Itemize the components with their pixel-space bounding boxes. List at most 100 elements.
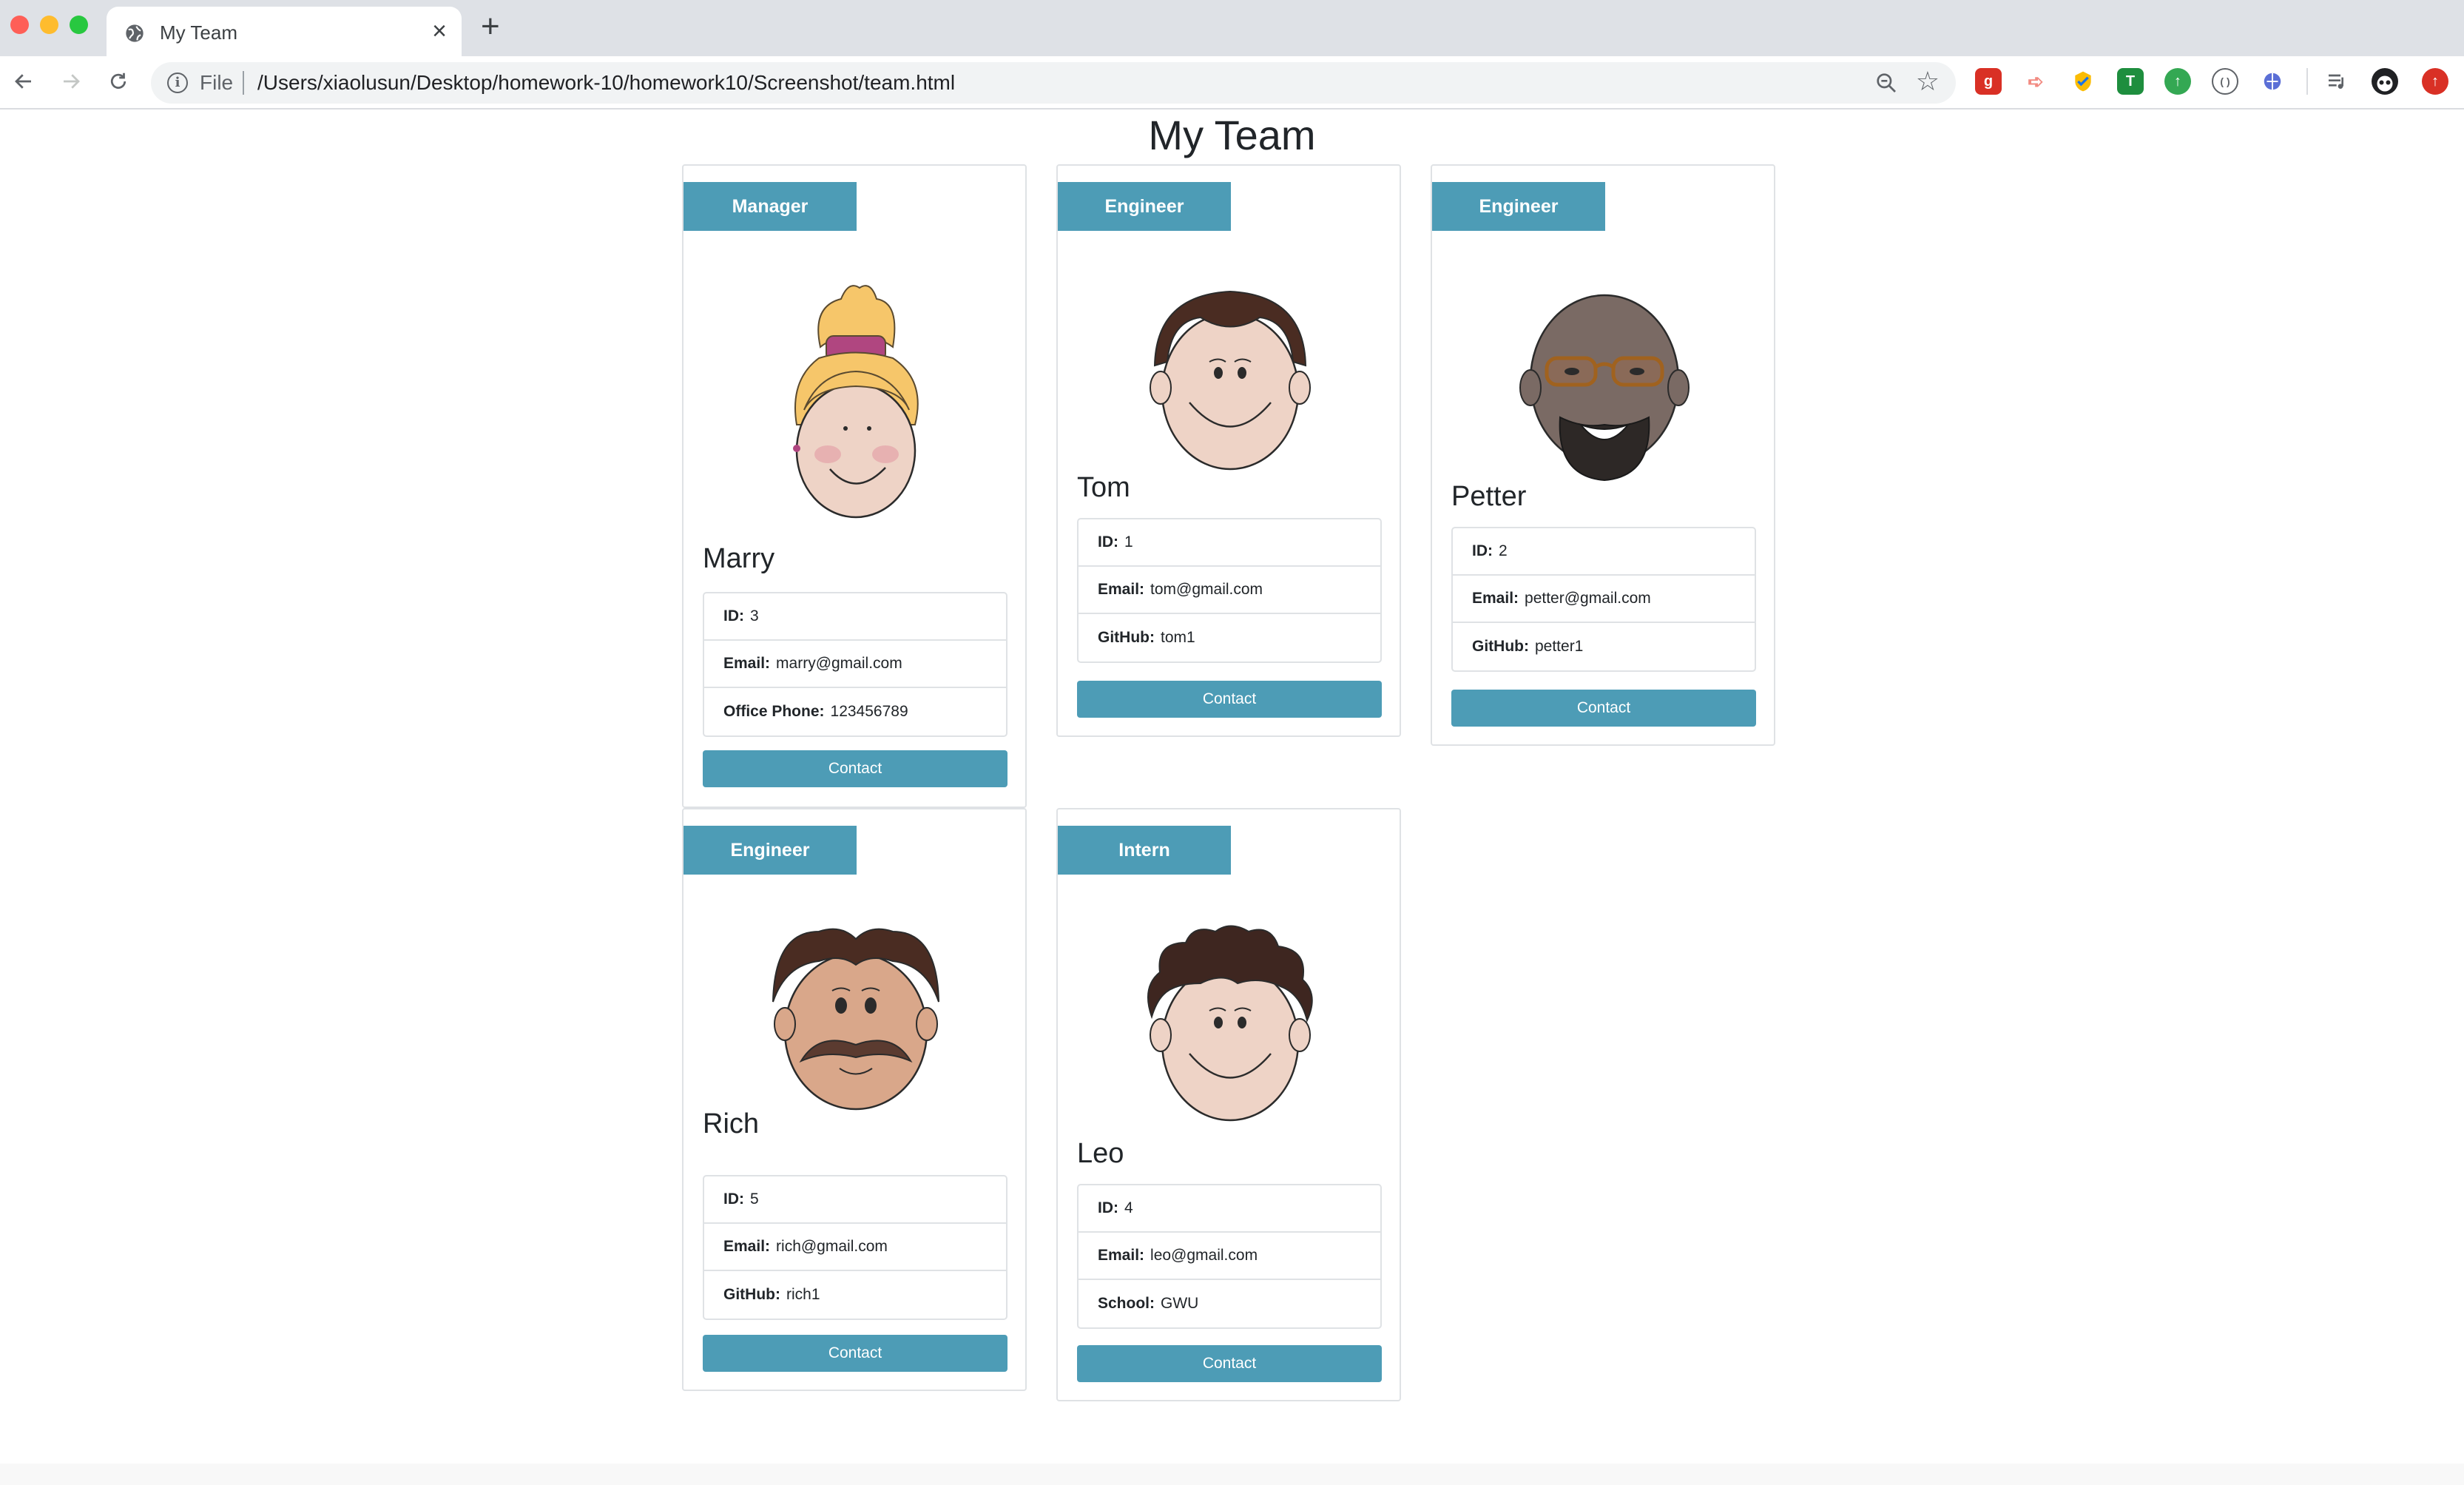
info-icon[interactable]: i	[167, 73, 188, 93]
role-badge: Engineer	[1432, 182, 1605, 231]
field-label: ID:	[1098, 533, 1118, 550]
contact-button[interactable]: Contact	[1077, 681, 1382, 718]
role-badge: Engineer	[1058, 182, 1231, 231]
info-row-github: GitHub: petter1	[1453, 623, 1755, 670]
field-label: GitHub:	[1098, 629, 1155, 646]
field-value: tom1	[1160, 629, 1195, 646]
info-row-email: Email: marry@gmail.com	[704, 641, 1006, 688]
info-row-id: ID: 1	[1079, 519, 1380, 567]
extension-arrow-icon[interactable]: ➪	[2022, 68, 2049, 95]
info-row-id: ID: 2	[1453, 528, 1755, 576]
extension-code-icon[interactable]: ( )	[2212, 68, 2238, 95]
employee-info-list: ID: 5 Email: rich@gmail.com GitHub: rich1	[703, 1175, 1007, 1320]
field-value: rich1	[786, 1286, 820, 1303]
field-label: Email:	[1098, 1247, 1145, 1264]
field-value: 2	[1499, 542, 1508, 559]
field-value: petter@gmail.com	[1525, 590, 1651, 607]
employee-name: Petter	[1451, 481, 1527, 512]
tab-title: My Team	[160, 21, 237, 44]
role-badge: Engineer	[683, 826, 857, 875]
playlist-icon[interactable]	[2324, 68, 2351, 95]
field-value: 1	[1124, 533, 1133, 550]
field-value: marry@gmail.com	[776, 655, 902, 672]
extension-shield-check-icon[interactable]	[2070, 68, 2096, 95]
close-tab-icon[interactable]: ×	[432, 18, 447, 44]
info-row-id: ID: 4	[1079, 1185, 1380, 1233]
contact-button[interactable]: Contact	[1077, 1345, 1382, 1382]
maximize-window-button[interactable]	[70, 16, 88, 34]
zoom-icon[interactable]	[1874, 71, 1898, 95]
field-label: Email:	[723, 1238, 771, 1255]
field-label: Email:	[1098, 581, 1145, 598]
forward-arrow-icon[interactable]	[55, 65, 87, 98]
profile-avatar[interactable]	[2372, 68, 2398, 95]
employee-name: Tom	[1077, 472, 1130, 503]
role-badge: Manager	[683, 182, 857, 231]
field-label: Email:	[723, 655, 771, 672]
employee-info-list: ID: 2 Email: petter@gmail.com GitHub: pette…	[1451, 527, 1756, 672]
woman-blonde-bun-avatar-icon	[683, 277, 1028, 521]
field-value: rich@gmail.com	[776, 1238, 888, 1255]
man-mustache-avatar-icon	[683, 920, 1028, 1113]
field-label: ID:	[1098, 1199, 1118, 1216]
contact-button[interactable]: Contact	[703, 1335, 1007, 1372]
field-value: 123456789	[830, 703, 908, 720]
extension-separator	[2306, 68, 2308, 95]
field-label: ID:	[1472, 542, 1493, 559]
info-row-github: GitHub: tom1	[1079, 614, 1380, 661]
update-icon[interactable]: ↑	[2422, 68, 2448, 95]
employee-name: Marry	[703, 543, 775, 574]
employee-card-leo: Intern Leo ID: 4 Email: leo@gmail.com Scho…	[1056, 808, 1401, 1401]
extension-globe-icon[interactable]	[2259, 68, 2286, 95]
employee-name: Leo	[1077, 1138, 1124, 1169]
field-label: Email:	[1472, 590, 1519, 607]
address-bar[interactable]: i File /Users/xiaolusun/Desktop/homework…	[151, 62, 1956, 104]
role-badge: Intern	[1058, 826, 1231, 875]
info-row-id: ID: 3	[704, 593, 1006, 641]
info-row-school: School: GWU	[1079, 1280, 1380, 1327]
employee-info-list: ID: 1 Email: tom@gmail.com GitHub: tom1	[1077, 518, 1382, 663]
employee-card-rich: Engineer Rich ID: 5 Email: rich@gmail.com …	[682, 808, 1027, 1391]
field-label: School:	[1098, 1295, 1155, 1312]
field-value: GWU	[1161, 1295, 1199, 1312]
employee-info-list: ID: 3 Email: marry@gmail.com Office Phone:…	[703, 592, 1007, 737]
extension-green-circle-icon[interactable]: ↑	[2164, 68, 2191, 95]
field-value: petter1	[1534, 638, 1584, 655]
back-arrow-icon[interactable]	[7, 65, 40, 98]
globe-icon	[126, 24, 144, 42]
extension-red-square-icon[interactable]: g	[1975, 68, 2002, 95]
contact-button[interactable]: Contact	[1451, 690, 1756, 727]
bald-man-glasses-beard-avatar-icon	[1432, 277, 1777, 484]
info-row-office-phone: Office Phone: 123456789	[704, 688, 1006, 735]
info-row-id: ID: 5	[704, 1176, 1006, 1224]
page-bottom-edge	[0, 1464, 2464, 1485]
url-text[interactable]: /Users/xiaolusun/Desktop/homework-10/hom…	[257, 71, 955, 95]
field-value: leo@gmail.com	[1150, 1247, 1258, 1264]
field-label: GitHub:	[1472, 638, 1529, 655]
page-title: My Team	[1148, 112, 1316, 158]
contact-button[interactable]: Contact	[703, 750, 1007, 787]
field-label: ID:	[723, 1191, 744, 1208]
bookmark-star-icon[interactable]: ☆	[1916, 68, 1940, 95]
field-value: 3	[750, 607, 759, 624]
field-label: Office Phone:	[723, 703, 825, 720]
field-value: tom@gmail.com	[1150, 581, 1263, 598]
employee-name: Rich	[703, 1108, 760, 1139]
employee-card-petter: Engineer Petter ID: 2 Email: petter@gmail.…	[1431, 164, 1775, 746]
close-window-button[interactable]	[10, 16, 29, 34]
minimize-window-button[interactable]	[40, 16, 58, 34]
info-row-email: Email: rich@gmail.com	[704, 1224, 1006, 1271]
info-row-github: GitHub: rich1	[704, 1271, 1006, 1319]
browser-tab[interactable]: My Team ×	[107, 7, 462, 56]
employee-info-list: ID: 4 Email: leo@gmail.com School: GWU	[1077, 1184, 1382, 1329]
info-row-email: Email: petter@gmail.com	[1453, 576, 1755, 623]
new-tab-icon[interactable]: +	[481, 10, 500, 43]
boy-curly-hair-avatar-icon	[1058, 920, 1403, 1128]
reload-icon[interactable]	[102, 65, 135, 98]
info-row-email: Email: tom@gmail.com	[1079, 567, 1380, 614]
extension-green-shield-icon[interactable]: T	[2117, 68, 2144, 95]
man-brown-hair-avatar-icon	[1058, 277, 1403, 477]
field-value: 5	[750, 1191, 759, 1208]
employee-card-marry: Manager Marry ID: 3 Email: marry@gmail.com…	[682, 164, 1027, 808]
field-value: 4	[1124, 1199, 1133, 1216]
